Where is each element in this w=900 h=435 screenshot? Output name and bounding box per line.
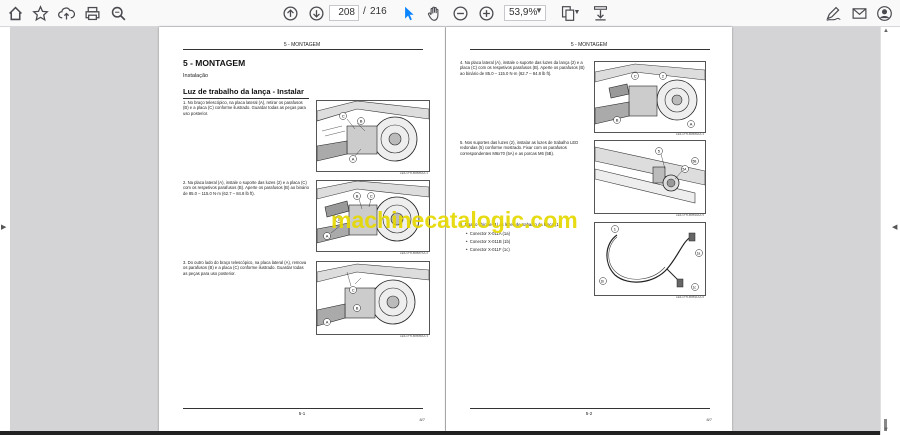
figure-4-image: C 2 B A	[594, 61, 706, 133]
revision-mark: 8/7	[419, 417, 425, 422]
figure-1-image: A B C	[316, 100, 430, 172]
home-icon[interactable]	[5, 3, 25, 23]
header-rule	[470, 49, 710, 50]
figure-5-image: 5 5A 5B	[594, 140, 706, 214]
horizontal-scrollbar[interactable]	[0, 431, 880, 435]
step-4-text: 4. Na placa lateral (A), instale o supor…	[460, 60, 585, 76]
figure-2-caption: LEIL17TLB0587AA 2	[399, 251, 428, 255]
right-panel-toggle-icon[interactable]: ◀	[892, 223, 897, 231]
step-2-text: 2. Na placa lateral (A), instale o supor…	[183, 180, 309, 196]
layout-chevron-down-icon[interactable]: ▼	[572, 3, 582, 23]
figure-3-image: C B A	[316, 261, 430, 335]
revision-mark: 8/7	[706, 417, 712, 422]
footer-rule	[470, 408, 710, 409]
header-rule	[183, 49, 423, 50]
page-up-icon[interactable]	[280, 3, 300, 23]
hand-tool-icon[interactable]	[424, 3, 444, 23]
figure-6-caption: LEIL17TLB0591AA 6	[675, 295, 704, 299]
user-icon[interactable]	[874, 3, 894, 23]
svg-text:C: C	[352, 287, 355, 292]
print-icon[interactable]	[82, 3, 102, 23]
svg-text:1a: 1a	[697, 251, 701, 255]
procedure-title: Luz de trabalho da lança - Instalar	[183, 87, 304, 96]
footer-rule	[183, 408, 423, 409]
bullet-2-text: Conector X-011B (1b)	[469, 239, 511, 244]
svg-text:1b: 1b	[601, 279, 605, 283]
svg-text:B: B	[360, 118, 363, 123]
svg-text:B: B	[356, 305, 359, 310]
figure-1-caption: LEIL17TLB0586AA 1	[399, 171, 428, 175]
vertical-scrollbar[interactable]: ▲ ▼	[880, 27, 891, 435]
figure-3-caption: LEIL17TLB0588AA 3	[399, 334, 428, 338]
zoom-in-icon[interactable]	[476, 3, 496, 23]
step-1-text: 1. No braço telescópico, na placa latera…	[183, 100, 306, 116]
figure-5-caption: LEIL17TLB0590AA 5	[675, 213, 704, 217]
section-subtitle: Instalação	[183, 73, 209, 79]
step-5-text: 5. Nos suportes das luzes (2), instalar …	[460, 140, 579, 156]
svg-text:C: C	[370, 193, 373, 198]
toolbar: 208 / 216 53,9% ▼ ▼	[0, 0, 900, 27]
page-header: 5 - MONTAGEM	[283, 42, 321, 48]
scroll-up-icon[interactable]: ▲	[883, 28, 889, 34]
zoom-out-icon[interactable]	[450, 3, 470, 23]
zoom-value: 53,9%	[509, 7, 538, 18]
bullet-2: • Conector X-011B (1b)	[466, 239, 511, 244]
select-cursor-icon[interactable]	[398, 3, 418, 23]
page-total: 216	[370, 6, 387, 17]
svg-text:A: A	[690, 121, 693, 126]
page-number: 5-2	[585, 411, 593, 416]
svg-text:C: C	[342, 113, 345, 118]
svg-text:A: A	[352, 156, 355, 161]
figure-6-image: 1 1a 1b 1c	[594, 222, 706, 296]
bullet-3: • Conector X-011F (1c)	[466, 247, 510, 252]
scroll-down-icon[interactable]: ▼	[883, 427, 889, 433]
step-3-text: 3. Do outro lado do braço telescópico, n…	[183, 260, 307, 276]
svg-text:C: C	[634, 73, 637, 78]
star-icon[interactable]	[30, 3, 50, 23]
svg-text:B: B	[356, 193, 359, 198]
svg-text:B: B	[616, 117, 619, 122]
upload-icon[interactable]	[56, 3, 76, 23]
chapter-title: 5 - MONTAGEM	[183, 58, 246, 68]
chevron-down-icon[interactable]: ▼	[535, 6, 543, 15]
svg-text:A: A	[326, 233, 329, 238]
watermark-text: machinecatalogic.com	[331, 207, 578, 233]
sign-icon[interactable]	[823, 3, 843, 23]
page-down-icon[interactable]	[306, 3, 326, 23]
page-number: 5-1	[298, 411, 306, 416]
left-panel-toggle-icon[interactable]: ▶	[1, 223, 6, 231]
bullet-3-text: Conector X-011F (1c)	[469, 247, 510, 252]
title-rule	[183, 98, 309, 99]
page-number-input[interactable]: 208	[329, 5, 359, 21]
svg-text:A: A	[326, 319, 329, 324]
page-header: 5 - MONTAGEM	[570, 42, 608, 48]
search-icon[interactable]	[108, 3, 128, 23]
svg-text:5B: 5B	[693, 159, 697, 163]
svg-text:1c: 1c	[693, 285, 697, 289]
page-separator: /	[363, 6, 366, 17]
download-icon[interactable]	[590, 3, 610, 23]
figure-4-caption: LEIL17TLB0589AA 4	[675, 132, 704, 136]
mail-icon[interactable]	[849, 3, 869, 23]
